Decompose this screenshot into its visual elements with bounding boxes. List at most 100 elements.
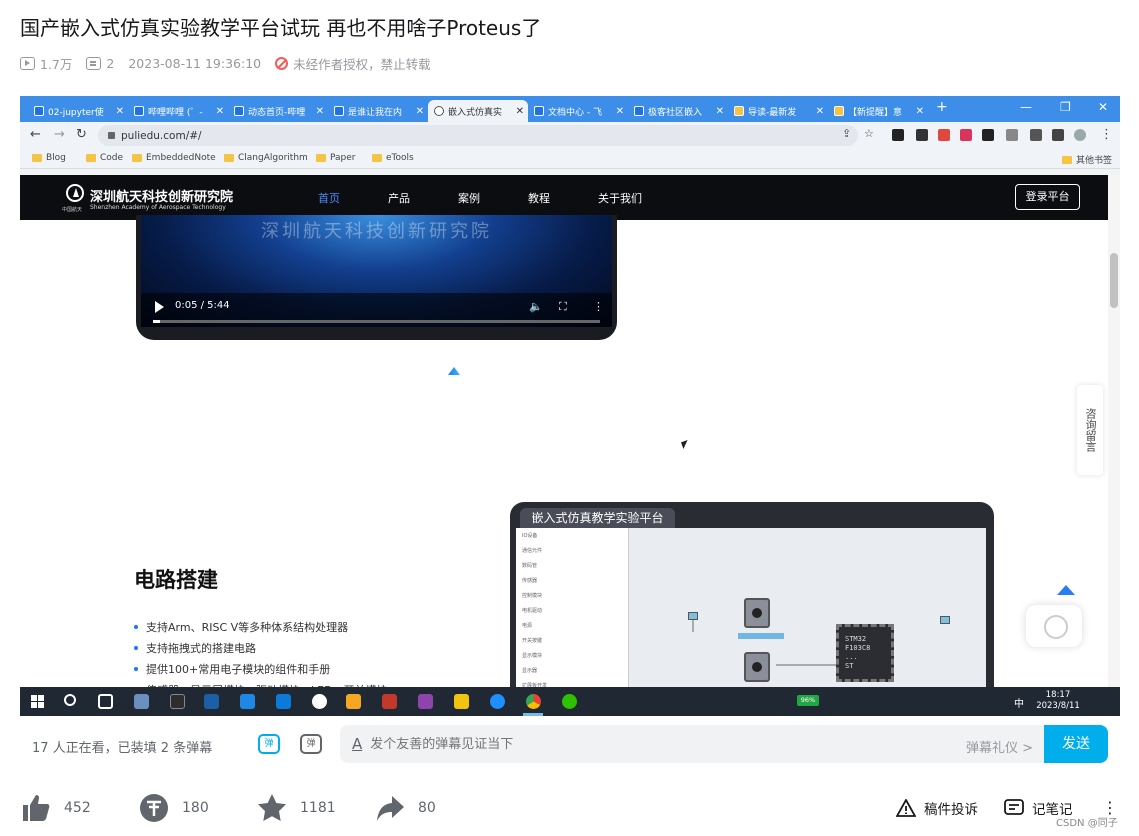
browser-tab[interactable]: 02-jupyter使 ✕ [28,100,128,122]
clock-time: 18:17 [1045,690,1071,700]
browser-tab[interactable]: 动态首页-哔哩 ✕ [228,100,328,122]
tab-close-icon[interactable]: ✕ [716,106,724,117]
video-title: 国产嵌入式仿真实验教学平台试玩 再也不用啥子Proteus了 [20,16,542,40]
mini-player-button[interactable] [1026,605,1082,647]
wire [776,664,836,666]
tab-close-icon[interactable]: ✕ [216,106,224,117]
input-method-indicator[interactable]: 中 [1014,695,1024,710]
sublime-icon[interactable] [346,694,361,709]
app-icon[interactable] [204,694,219,709]
other-bookmarks[interactable]: 其他书签 [1062,153,1112,166]
tab-close-icon[interactable]: ✕ [816,106,824,117]
browser-tab[interactable]: 极客社区嵌入 ✕ [628,100,728,122]
search-icon[interactable] [64,694,76,706]
wechat-icon[interactable] [562,694,577,709]
volume-icon[interactable]: 🔈 [529,300,543,313]
tab-close-icon[interactable]: ✕ [316,106,324,117]
qq-icon[interactable] [312,694,327,709]
danmaku-style-icon[interactable]: A [352,735,362,753]
promo-video[interactable]: 深圳航天科技创新研究院 0:05 / 5:44 🔈 ⛶ ⋮ [136,215,617,340]
bookmark-star-icon[interactable]: ☆ [864,127,874,140]
vscode-icon[interactable] [276,694,291,709]
address-bar[interactable]: puliedu.com/#/ [98,125,858,146]
login-platform-button[interactable]: 登录平台 [1015,184,1080,210]
download-icon[interactable] [1030,129,1042,141]
extension-icon[interactable] [892,129,904,141]
nav-tutorials[interactable]: 教程 [528,190,550,206]
play-icon[interactable] [155,301,164,313]
bookmark-item[interactable]: Blog [32,153,66,163]
send-danmaku-button[interactable]: 发送 [1044,725,1108,763]
academy-logo-icon [66,184,84,202]
browser-tab[interactable]: 导读-最新发 ✕ [728,100,828,122]
app-icon[interactable] [382,694,397,709]
danmaku-etiquette-link[interactable]: 弹幕礼仪 > [966,737,1033,756]
menu-kebab-icon[interactable]: ⋮ [1100,127,1113,142]
consult-message-button[interactable]: 咨询留言 [1077,385,1103,475]
nav-products[interactable]: 产品 [388,190,410,206]
tab-close-icon[interactable]: ✕ [416,106,424,117]
avatar[interactable] [1074,129,1086,141]
bookmark-item[interactable]: eTools [372,153,414,163]
tab-close-icon[interactable]: ✕ [516,106,524,117]
scrollbar-thumb[interactable] [1110,253,1118,308]
nav-cases[interactable]: 案例 [458,190,480,206]
tab-close-icon[interactable]: ✕ [916,106,924,117]
browser-tab[interactable]: 是谁让我在内 ✕ [328,100,428,122]
favorite-button[interactable]: 1181 [256,792,336,824]
component-sidebar: IO设备 通信元件 数码管 传感器 控制模块 电机驱动 电源 开关按键 显示模块… [516,528,629,687]
file-explorer-icon[interactable] [454,694,469,709]
tab-close-icon[interactable]: ✕ [116,106,124,117]
scroll-top-icon[interactable] [1057,585,1075,595]
terminal-icon[interactable] [170,694,185,709]
back-arrow-icon[interactable]: ← [30,127,41,142]
nav-about[interactable]: 关于我们 [598,190,642,206]
minimize-icon[interactable]: — [1020,100,1032,114]
forward-arrow-icon[interactable]: → [54,127,65,142]
app-icon[interactable] [418,694,433,709]
browser-tab[interactable]: 哔哩哔哩 (゜- ✕ [128,100,228,122]
task-view-icon[interactable] [98,694,113,709]
chrome-icon[interactable] [526,694,541,709]
bookmark-item[interactable]: Paper [316,153,356,163]
clock-date: 2023/8/11 [1036,701,1080,711]
coin-button[interactable]: 180 [138,792,209,824]
bookmark-item[interactable]: Code [86,153,123,163]
sidebar-icon[interactable] [1052,129,1064,141]
close-window-icon[interactable]: ✕ [1098,100,1108,114]
fullscreen-icon[interactable]: ⛶ [559,300,567,314]
share-button[interactable]: 80 [374,792,436,824]
edge-icon[interactable] [490,694,505,709]
new-tab-button[interactable]: + [936,99,948,115]
more-options-icon[interactable]: ⋮ [593,300,604,313]
extension-icon[interactable] [938,129,950,141]
page-scrollbar[interactable] [1108,175,1120,687]
video-progress-bar[interactable] [153,320,600,323]
like-button[interactable]: 452 [20,792,91,824]
nav-home[interactable]: 首页 [318,190,340,206]
browser-tab-active[interactable]: 嵌入式仿真实 ✕ [428,100,528,122]
bookmark-item[interactable]: EmbeddedNote [132,153,216,163]
danmaku-input[interactable] [370,736,931,752]
browser-tab[interactable]: 【新提醒】意 ✕ [828,100,928,122]
extension-icon[interactable] [982,129,994,141]
app-icon[interactable] [240,694,255,709]
battery-indicator[interactable]: 96% [797,695,819,706]
app-icon[interactable] [134,694,149,709]
reload-icon[interactable]: ↻ [76,127,87,142]
danmaku-settings-icon[interactable]: 弹 [300,734,322,754]
system-clock[interactable]: 18:17 2023/8/11 [1033,690,1083,712]
extension-icon[interactable] [916,129,928,141]
bookmark-item[interactable]: ClangAlgorithm [224,153,308,163]
windows-start-icon[interactable] [31,695,44,708]
brand-name[interactable]: 深圳航天科技创新研究院 [90,186,233,205]
browser-tab[interactable]: 文档中心 - 飞 ✕ [528,100,628,122]
extension-icon[interactable] [960,129,972,141]
maximize-icon[interactable]: ❐ [1060,100,1071,114]
report-button[interactable]: 稿件投诉 [896,798,978,818]
share-icon[interactable]: ⇪ [842,127,851,140]
danmaku-toggle-icon[interactable]: 弹 [258,734,280,754]
extension-icon[interactable] [1006,129,1018,141]
tab-close-icon[interactable]: ✕ [616,106,624,117]
video-player[interactable]: 02-jupyter使 ✕ 哔哩哔哩 (゜- ✕ 动态首页-哔哩 ✕ 是谁让我在内 ✕ … [20,96,1120,716]
